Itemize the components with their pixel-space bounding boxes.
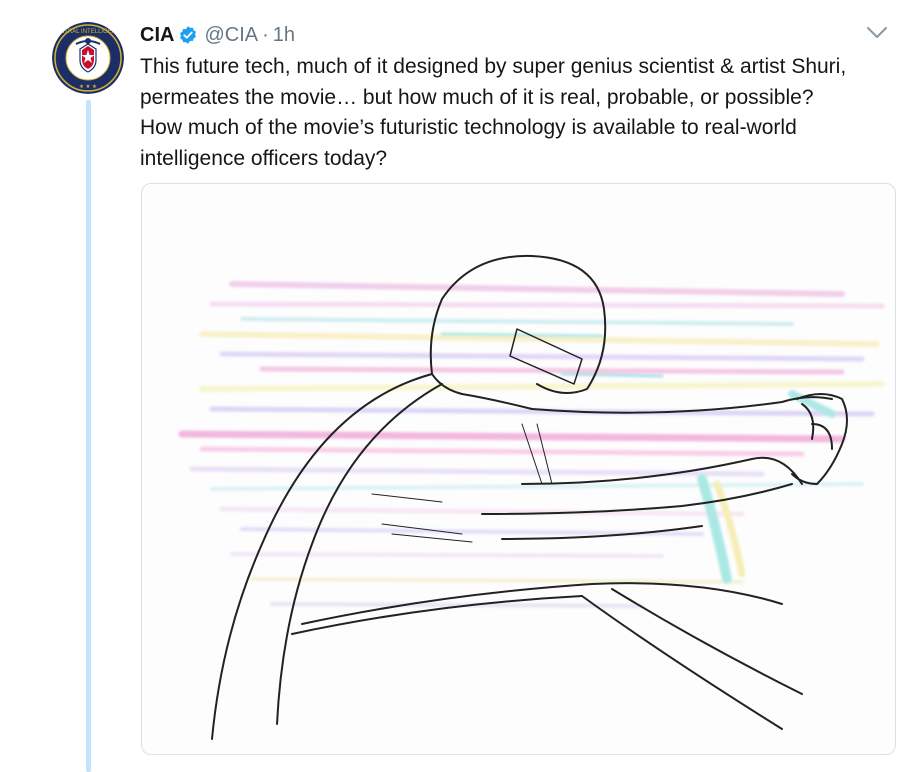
author-handle[interactable]: @CIA (204, 24, 258, 47)
tweet-header: CIA @CIA · 1h (140, 20, 295, 50)
author-name[interactable]: CIA (140, 24, 174, 47)
svg-text:★ ★ ★: ★ ★ ★ (79, 83, 97, 90)
svg-text:CENTRAL INTELLIGENCE: CENTRAL INTELLIGENCE (52, 29, 124, 35)
sketch-drawing (178, 254, 885, 740)
tweet-timestamp[interactable]: 1h (273, 24, 295, 47)
avatar[interactable]: CENTRAL INTELLIGENCE ★ ★ ★ (52, 22, 124, 94)
tweet-text: This future tech, much of it designed by… (140, 55, 847, 170)
thread-connector-line (86, 100, 91, 772)
cia-seal-icon: CENTRAL INTELLIGENCE ★ ★ ★ (52, 22, 124, 94)
chevron-down-icon[interactable] (866, 26, 888, 40)
tweet-media-image[interactable] (141, 183, 896, 755)
verified-badge-icon (180, 26, 197, 44)
separator-dot: · (262, 23, 269, 46)
